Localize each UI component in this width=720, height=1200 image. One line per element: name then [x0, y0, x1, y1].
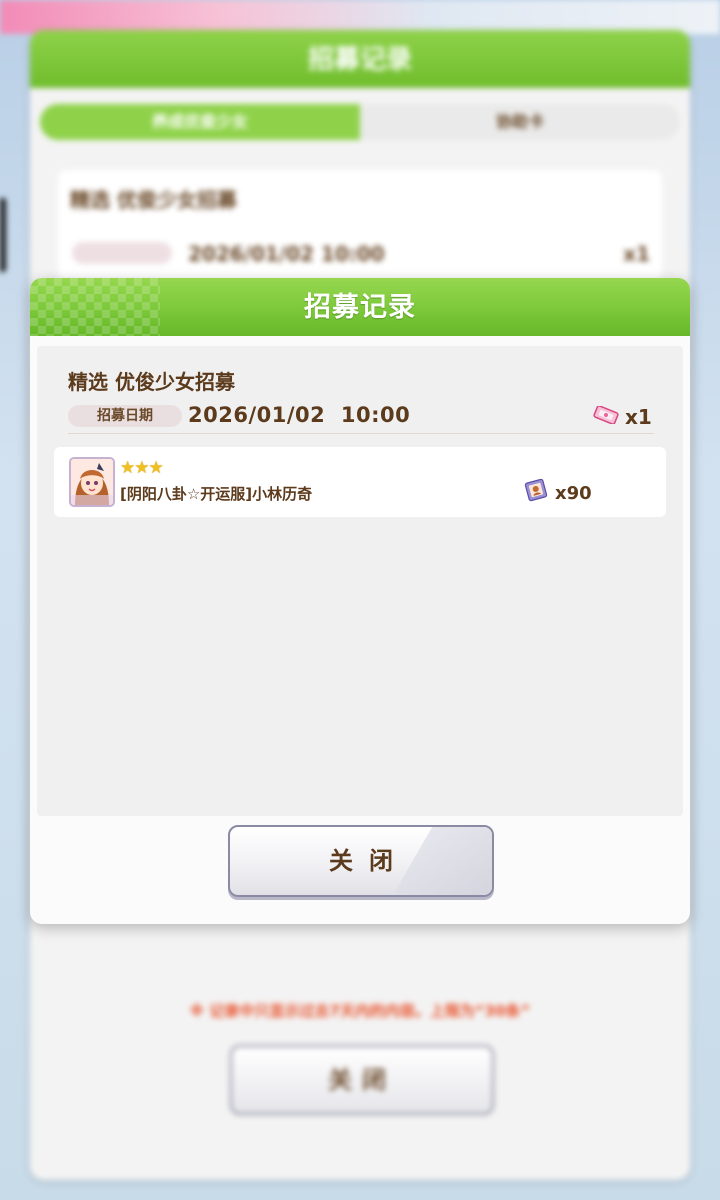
result-character-name: [阴阳八卦☆开运服]小林历奇: [120, 485, 313, 503]
list-item[interactable]: ★★★ [阴阳八卦☆开运服]小林历奇 x90: [54, 447, 666, 517]
background-card-date-label: [72, 242, 172, 264]
background-card-ticket-count: x1: [623, 242, 650, 266]
ticket-icon: [593, 406, 619, 424]
side-tab-handle: [0, 198, 6, 272]
background-record-card: 精选 优俊少女招募 2026/01/02 10:00 x1: [58, 170, 662, 280]
background-tabs: 养成优俊少女 协助卡: [40, 104, 680, 140]
piece-count: x90: [555, 483, 592, 504]
close-button-label: 关闭: [329, 847, 409, 875]
date-row: 招募日期 2026/01/02 10:00 x1: [68, 403, 654, 434]
character-portrait-icon: [69, 457, 115, 507]
background-close-button: 关闭: [230, 1045, 494, 1115]
gacha-name: 精选 优俊少女招募: [68, 370, 235, 394]
date-value: 2026/01/02 10:00: [188, 403, 411, 427]
background-note: ※ 记录中只显示过去7天内的内容。上限为“30条”: [189, 1002, 531, 1020]
top-status-bar: [0, 0, 720, 34]
background-card-date: 2026/01/02 10:00: [188, 242, 385, 266]
tab-trainee: 养成优俊少女: [40, 104, 360, 140]
recruit-record-dialog: 招募记录 精选 优俊少女招募 招募日期 2026/01/02 10:00 x1: [30, 278, 690, 924]
close-button[interactable]: 关闭: [228, 825, 494, 897]
piece-icon: [524, 478, 548, 502]
background-panel-title: 招募记录: [30, 30, 690, 88]
tab-support-card: 协助卡: [495, 112, 544, 131]
dialog-header: 招募记录: [30, 278, 690, 336]
ticket-count: x1: [625, 405, 652, 429]
date-label: 招募日期: [68, 405, 182, 427]
dialog-body[interactable]: 精选 优俊少女招募 招募日期 2026/01/02 10:00 x1 ★★★ […: [37, 346, 683, 816]
rarity-stars: ★★★: [120, 458, 164, 478]
background-card-title: 精选 优俊少女招募: [70, 188, 237, 212]
dialog-title: 招募记录: [304, 292, 416, 323]
